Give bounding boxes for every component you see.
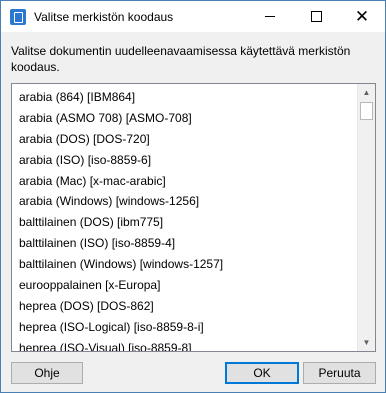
- window-title: Valitse merkistön koodaus: [34, 9, 174, 24]
- encoding-list-item[interactable]: eurooppalainen [x-Europa]: [12, 275, 357, 296]
- minimize-icon: [265, 16, 275, 17]
- vertical-scrollbar[interactable]: ▲ ▼: [357, 84, 375, 351]
- scroll-down-icon[interactable]: ▼: [358, 334, 375, 351]
- encoding-list-item[interactable]: arabia (Mac) [x-mac-arabic]: [12, 171, 357, 192]
- encoding-list-item[interactable]: arabia (Windows) [windows-1256]: [12, 191, 357, 212]
- encoding-list-item[interactable]: balttilainen (DOS) [ibm775]: [12, 212, 357, 233]
- app-icon: [10, 8, 26, 25]
- scroll-thumb[interactable]: [360, 102, 373, 120]
- title-bar[interactable]: Valitse merkistön koodaus ✕: [1, 1, 385, 32]
- maximize-button[interactable]: [293, 1, 339, 32]
- encoding-listbox[interactable]: arabia (864) [IBM864] arabia (ASMO 708) […: [11, 83, 376, 352]
- encoding-list-item[interactable]: arabia (ASMO 708) [ASMO-708]: [12, 108, 357, 129]
- encoding-list-item[interactable]: arabia (DOS) [DOS-720]: [12, 129, 357, 150]
- help-button[interactable]: Ohje: [11, 362, 83, 384]
- encoding-list-item[interactable]: heprea (DOS) [DOS-862]: [12, 296, 357, 317]
- close-icon: ✕: [354, 7, 370, 26]
- encoding-list-item[interactable]: balttilainen (ISO) [iso-8859-4]: [12, 233, 357, 254]
- minimize-button[interactable]: [247, 1, 293, 32]
- cancel-button[interactable]: Peruuta: [303, 362, 376, 384]
- instruction-text: Valitse dokumentin uudelleenavaamisessa …: [11, 44, 351, 74]
- encoding-list-item[interactable]: arabia (864) [IBM864]: [12, 87, 357, 108]
- encoding-dialog: Valitse merkistön koodaus ✕ Valitse doku…: [0, 0, 386, 393]
- maximize-icon: [310, 11, 322, 22]
- scroll-up-icon[interactable]: ▲: [358, 84, 375, 101]
- encoding-list-item[interactable]: heprea (ISO-Logical) [iso-8859-8-i]: [12, 317, 357, 338]
- encoding-list-item[interactable]: heprea (ISO-Visual) [iso-8859-8]: [12, 338, 357, 351]
- close-button[interactable]: ✕: [339, 1, 385, 32]
- encoding-list-item[interactable]: balttilainen (Windows) [windows-1257]: [12, 254, 357, 275]
- encoding-list-item[interactable]: arabia (ISO) [iso-8859-6]: [12, 150, 357, 171]
- encoding-list: arabia (864) [IBM864] arabia (ASMO 708) […: [12, 87, 357, 351]
- ok-button[interactable]: OK: [225, 362, 299, 384]
